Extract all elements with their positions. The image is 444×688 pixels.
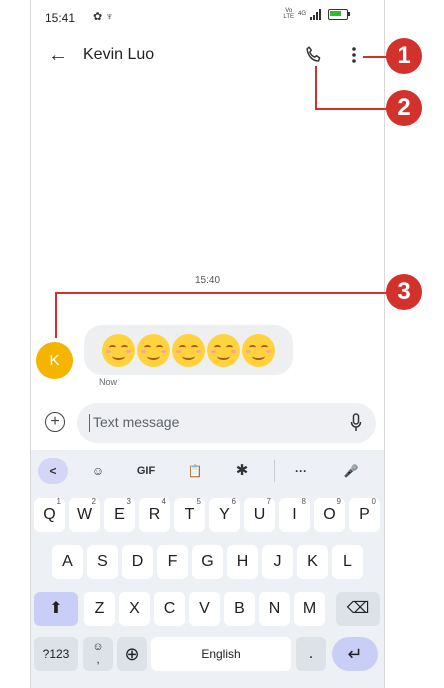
key-h[interactable]: H (227, 545, 258, 579)
symbols-key[interactable]: ?123 (34, 637, 78, 671)
smiling-face-icon (242, 333, 275, 367)
key-v[interactable]: V (189, 592, 220, 626)
clipboard-icon[interactable]: 📋 (184, 458, 206, 484)
key-s[interactable]: S (87, 545, 118, 579)
backspace-key[interactable]: ⌫ (336, 592, 380, 626)
collapse-toolbar-button[interactable]: < (38, 458, 68, 484)
key-d[interactable]: D (122, 545, 153, 579)
period-key[interactable]: . (296, 637, 326, 671)
smiling-face-icon (102, 333, 135, 367)
phone-screen: 15:41 ✿ ♆ VoLTE 4G ← Kevin Luo 15:40 K (30, 0, 385, 688)
gif-button[interactable]: GIF (133, 458, 159, 484)
callout-badge-3: 3 (386, 274, 422, 310)
callout-line-2a (315, 66, 317, 110)
key-p[interactable]: P0 (349, 497, 380, 532)
key-y[interactable]: Y6 (209, 497, 240, 532)
callout-line-1 (363, 56, 387, 58)
space-key[interactable]: English (151, 637, 291, 671)
smiling-face-icon (137, 333, 170, 367)
key-m[interactable]: M (294, 592, 325, 626)
app-bar: ← Kevin Luo (31, 34, 384, 78)
volte-indicator: Vo LTE (283, 8, 294, 20)
emoji-comma-key[interactable]: ☺ , (83, 637, 113, 671)
toolbar-divider (274, 460, 275, 482)
callout-badge-2: 2 (386, 90, 422, 126)
key-k[interactable]: K (297, 545, 328, 579)
callout-line-3a (55, 292, 387, 294)
key-q[interactable]: Q1 (34, 497, 65, 532)
contact-name: Kevin Luo (83, 46, 155, 63)
avatar[interactable]: K (36, 342, 73, 379)
voice-input-icon[interactable]: 🎤 (340, 458, 362, 484)
key-j[interactable]: J (262, 545, 293, 579)
key-f[interactable]: F (157, 545, 188, 579)
callout-badge-1: 1 (386, 38, 422, 74)
compose-bar: + Text message (41, 403, 377, 443)
message-bubble[interactable] (84, 325, 293, 375)
more-vert-icon[interactable] (347, 44, 361, 66)
plus-circle-icon[interactable]: + (45, 412, 65, 432)
enter-key[interactable]: ↵ (332, 637, 378, 671)
status-notification-icons: ✿ ♆ (93, 11, 114, 23)
key-c[interactable]: C (154, 592, 185, 626)
message-status: Now (99, 377, 118, 387)
key-r[interactable]: R4 (139, 497, 170, 532)
gear-icon[interactable]: ✱ (231, 458, 253, 484)
status-bar: 15:41 ✿ ♆ Vo LTE 4G (31, 0, 384, 32)
status-right-group: Vo LTE 4G (283, 8, 350, 20)
key-o[interactable]: O9 (314, 497, 345, 532)
smiling-face-icon (172, 333, 205, 367)
text-cursor (89, 414, 90, 432)
key-l[interactable]: L (332, 545, 363, 579)
globe-icon[interactable]: ⊕ (117, 637, 147, 671)
key-a[interactable]: A (52, 545, 83, 579)
key-x[interactable]: X (119, 592, 150, 626)
shift-key[interactable]: ⬆ (34, 592, 78, 626)
message-placeholder: Text message (93, 414, 180, 430)
more-horiz-icon[interactable]: ··· (290, 458, 312, 484)
key-z[interactable]: Z (84, 592, 115, 626)
battery-icon (328, 8, 350, 20)
keyboard: < ☺ GIF 📋 ✱ ··· 🎤 Q1W2E3R4T5Y6U7I8O9P0 A… (31, 450, 384, 688)
network-type-label: 4G (297, 11, 306, 17)
key-u[interactable]: U7 (244, 497, 275, 532)
mic-icon[interactable] (350, 413, 362, 433)
key-i[interactable]: I8 (279, 497, 310, 532)
smiling-face-icon (207, 333, 240, 367)
signal-icon (310, 8, 324, 20)
key-g[interactable]: G (192, 545, 223, 579)
sticker-icon[interactable]: ☺ (87, 458, 109, 484)
key-b[interactable]: B (224, 592, 255, 626)
key-e[interactable]: E3 (104, 497, 135, 532)
message-input[interactable]: Text message (77, 403, 376, 443)
callout-line-2b (315, 108, 387, 110)
key-n[interactable]: N (259, 592, 290, 626)
message-time-divider: 15:40 (194, 275, 221, 286)
arrow-left-icon[interactable]: ← (47, 44, 69, 66)
key-t[interactable]: T5 (174, 497, 205, 532)
key-w[interactable]: W2 (69, 497, 100, 532)
status-time: 15:41 (45, 11, 76, 25)
phone-icon[interactable] (303, 44, 325, 66)
callout-line-3b (55, 292, 57, 338)
keyboard-toolbar: < ☺ GIF 📋 ✱ ··· 🎤 (31, 450, 384, 492)
